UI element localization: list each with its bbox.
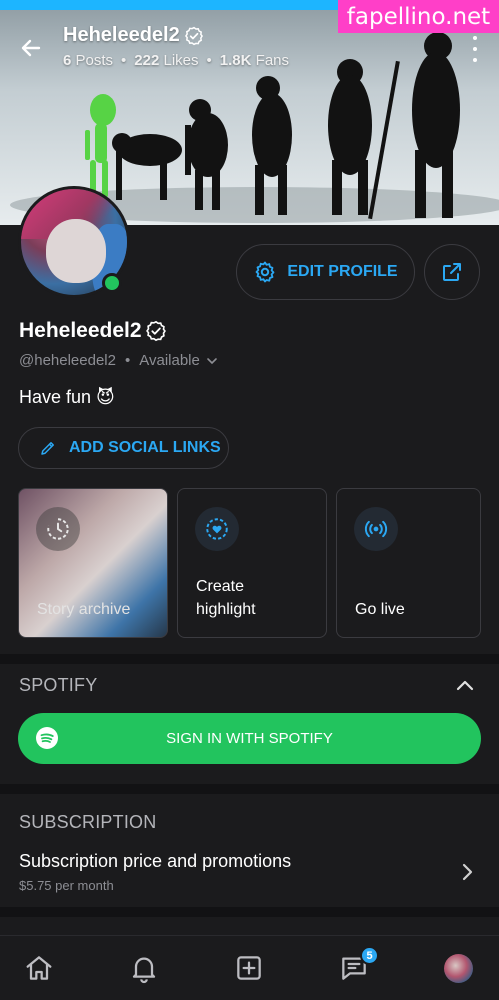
- subscription-section-title: SUBSCRIPTION: [19, 812, 157, 832]
- edit-profile-label: EDIT PROFILE: [287, 263, 398, 280]
- bottom-navigation: 5: [0, 935, 499, 1000]
- likes-label: Likes: [163, 52, 199, 69]
- history-icon: [36, 507, 80, 551]
- nav-notifications[interactable]: [126, 950, 162, 986]
- plus-square-icon: [237, 956, 261, 980]
- header-title: Heheleedel2: [63, 24, 204, 47]
- messages-badge: 5: [360, 946, 379, 965]
- create-highlight-label: Create highlight: [196, 578, 256, 618]
- gear-icon: [255, 261, 275, 283]
- pencil-icon: [41, 442, 54, 455]
- header-name: Heheleedel2: [63, 24, 180, 46]
- edit-profile-button[interactable]: EDIT PROFILE: [236, 244, 415, 300]
- fans-count: 1.8K: [219, 52, 252, 69]
- back-arrow-icon: [21, 39, 41, 57]
- status-label: Available: [139, 352, 200, 369]
- collapse-spotify-button[interactable]: [455, 676, 475, 701]
- more-options-button[interactable]: [469, 36, 481, 62]
- likes-count: 222: [134, 52, 160, 69]
- home-icon: [26, 956, 52, 980]
- share-button[interactable]: [424, 244, 480, 300]
- separator-dot: •: [206, 52, 212, 69]
- subscription-price-row[interactable]: Subscription price and promotions $5.75 …: [0, 845, 499, 905]
- separator-dot: •: [124, 352, 131, 369]
- header-stats: 6 Posts • 222 Likes • 1.8K Fans: [63, 52, 289, 69]
- add-social-links-button[interactable]: ADD SOCIAL LINKS: [18, 427, 229, 469]
- bio: Have fun 😈: [19, 387, 115, 407]
- heart-circle-icon: [195, 507, 239, 551]
- subscription-price: $5.75 per month: [19, 878, 114, 893]
- section-divider: [0, 907, 499, 917]
- status-strip: [0, 0, 338, 10]
- display-name: Heheleedel2: [19, 319, 167, 343]
- spotify-sign-in-label: SIGN IN WITH SPOTIFY: [166, 730, 333, 747]
- story-archive-label: Story archive: [37, 601, 131, 618]
- nav-new-post[interactable]: [231, 950, 267, 986]
- nav-home[interactable]: [21, 950, 57, 986]
- spotify-section-title: SPOTIFY: [19, 675, 98, 695]
- posts-label: Posts: [75, 52, 114, 69]
- share-icon: [443, 263, 461, 281]
- username: @heheleedel2: [19, 352, 116, 369]
- add-social-links-label: ADD SOCIAL LINKS: [69, 439, 221, 456]
- section-divider: [0, 654, 499, 664]
- online-status-indicator: [102, 273, 122, 293]
- go-live-card[interactable]: Go live: [336, 488, 481, 638]
- chevron-up-icon: [456, 680, 474, 691]
- handle-row: @heheleedel2 • Available: [19, 352, 218, 369]
- spotify-icon: [36, 727, 58, 749]
- status-selector[interactable]: Available: [139, 352, 218, 369]
- broadcast-icon: [354, 507, 398, 551]
- nav-profile-avatar[interactable]: [444, 954, 473, 983]
- section-divider: [0, 784, 499, 794]
- bell-icon: [132, 957, 156, 984]
- chevron-right-icon: [459, 862, 475, 887]
- subscription-row-title: Subscription price and promotions: [19, 851, 292, 871]
- fans-label: Fans: [255, 52, 290, 69]
- create-highlight-card[interactable]: Create highlight: [177, 488, 327, 638]
- back-button[interactable]: [14, 32, 48, 64]
- separator-dot: •: [121, 52, 127, 69]
- verified-icon: [184, 26, 203, 45]
- watermark: fapellino.net: [338, 0, 499, 33]
- posts-count: 6: [63, 52, 72, 69]
- display-name-text: Heheleedel2: [19, 319, 142, 342]
- go-live-label: Go live: [355, 601, 405, 618]
- story-archive-card[interactable]: Story archive: [18, 488, 168, 638]
- chevron-down-icon: [207, 357, 217, 364]
- spotify-sign-in-button[interactable]: SIGN IN WITH SPOTIFY: [18, 713, 481, 764]
- verified-icon: [145, 320, 166, 342]
